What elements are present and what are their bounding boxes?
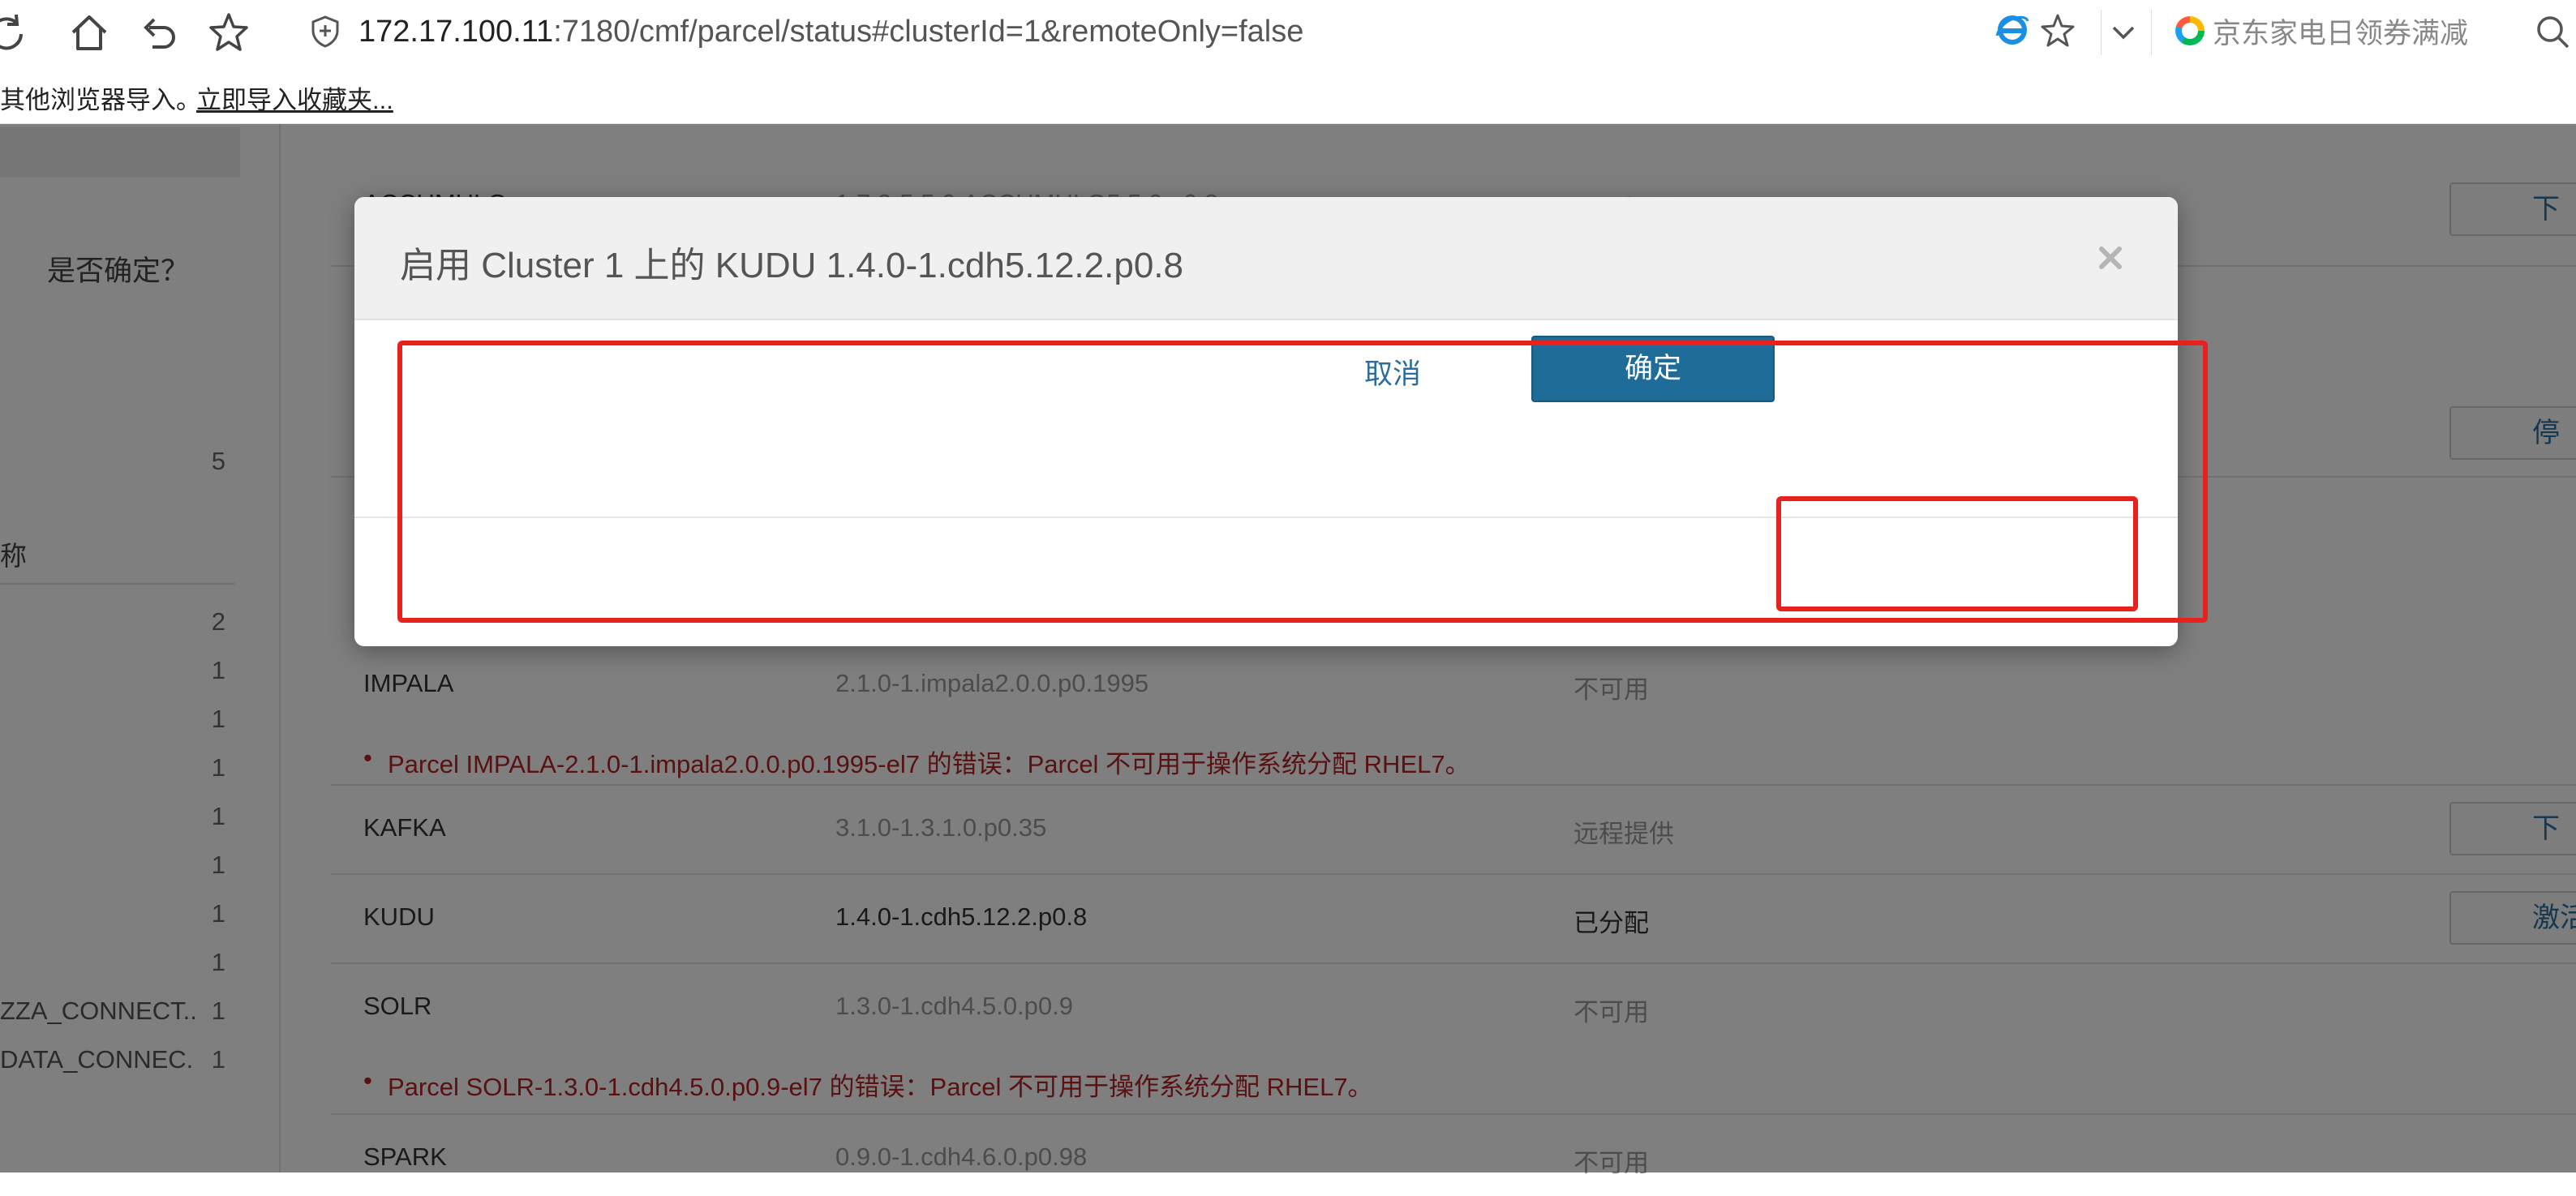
reload-icon[interactable] xyxy=(0,10,29,55)
bookmark-star-icon[interactable] xyxy=(2039,11,2076,49)
news-feed-link[interactable]: 京东家电日领券满减 xyxy=(2175,8,2468,54)
search-icon[interactable] xyxy=(2532,11,2573,52)
browser-toolbar: 172.17.100.11:7180/cmf/parcel/status#clu… xyxy=(0,0,2576,66)
url-path: :7180/cmf/parcel/status#clusterId=1&remo… xyxy=(553,15,1304,49)
address-bar[interactable]: 172.17.100.11:7180/cmf/parcel/status#clu… xyxy=(308,6,2101,57)
ie-compat-icon[interactable] xyxy=(1994,11,2031,49)
dialog-title: 启用 Cluster 1 上的 KUDU 1.4.0-1.cdh5.12.2.p… xyxy=(400,246,1183,285)
chevron-down-icon[interactable] xyxy=(2106,15,2141,50)
url-host: 172.17.100.11 xyxy=(358,15,554,49)
home-icon[interactable] xyxy=(67,10,112,55)
import-hint: 其他浏览器导入。 xyxy=(0,86,201,114)
import-bookmarks-link[interactable]: 立即导入收藏夹... xyxy=(196,79,393,116)
annotation-box-confirm xyxy=(1776,496,2138,611)
undo-icon[interactable] xyxy=(136,10,182,55)
toolbar-divider xyxy=(2151,10,2152,55)
dialog-question: 是否确定？ xyxy=(47,255,190,287)
url-text[interactable]: 172.17.100.11:7180/cmf/parcel/status#clu… xyxy=(358,11,1303,52)
news-text: 京东家电日领券满减 xyxy=(2213,17,2469,49)
toolbar-divider xyxy=(2101,10,2102,55)
search-engine-logo-icon xyxy=(2175,16,2205,45)
shield-icon xyxy=(308,15,342,49)
dialog-header: 启用 Cluster 1 上的 KUDU 1.4.0-1.cdh5.12.2.p… xyxy=(354,197,2178,320)
favorites-bar: 其他浏览器导入。 立即导入收藏夹... xyxy=(0,65,2576,124)
favorite-star-icon[interactable] xyxy=(206,10,251,55)
close-icon[interactable] xyxy=(2097,244,2124,272)
